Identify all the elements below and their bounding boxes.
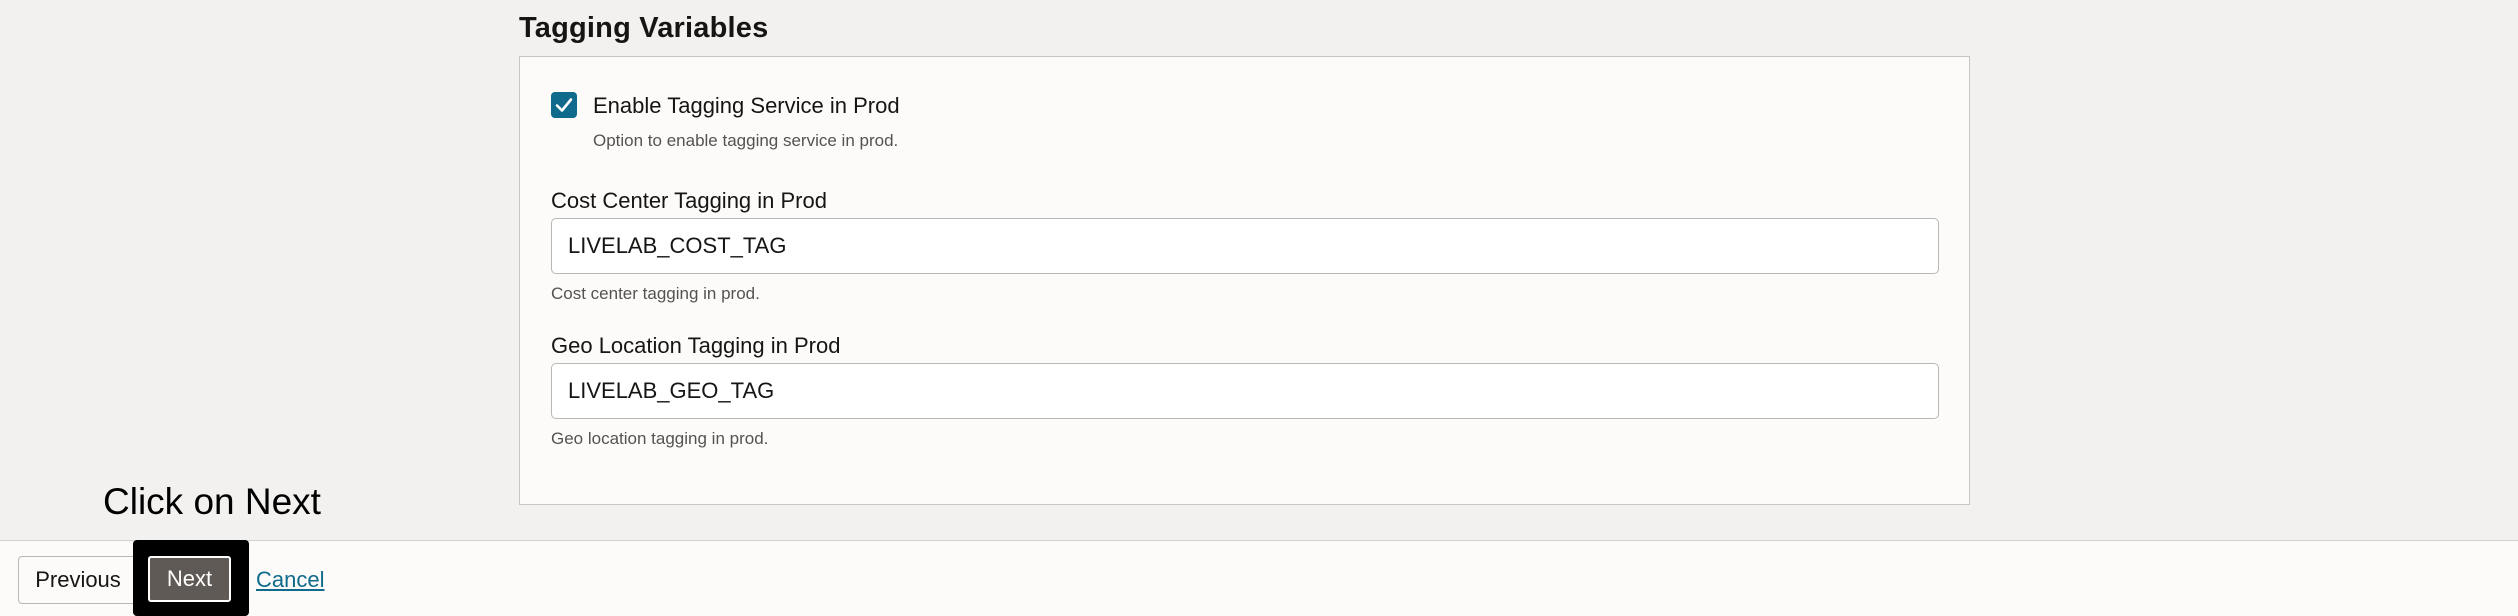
cancel-link[interactable]: Cancel: [256, 567, 324, 593]
geo-location-label: Geo Location Tagging in Prod: [551, 333, 841, 358]
enable-tagging-help: Option to enable tagging service in prod…: [593, 131, 899, 150]
check-icon: [555, 98, 573, 112]
cost-center-label: Cost Center Tagging in Prod: [551, 188, 827, 213]
enable-tagging-label[interactable]: Enable Tagging Service in Prod: [593, 92, 900, 119]
callout-text: Click on Next: [103, 481, 321, 522]
next-button[interactable]: Next: [148, 556, 231, 602]
wizard-footer: [0, 540, 2518, 616]
cost-center-input[interactable]: [551, 218, 1939, 274]
geo-location-input[interactable]: [551, 363, 1939, 419]
enable-tagging-checkbox[interactable]: [551, 92, 577, 118]
geo-location-help: Geo location tagging in prod.: [551, 429, 769, 448]
previous-button[interactable]: Previous: [18, 556, 138, 604]
section-title: Tagging Variables: [519, 12, 769, 44]
cost-center-help: Cost center tagging in prod.: [551, 284, 760, 303]
tagging-variables-panel: Enable Tagging Service in Prod Option to…: [519, 56, 1970, 505]
